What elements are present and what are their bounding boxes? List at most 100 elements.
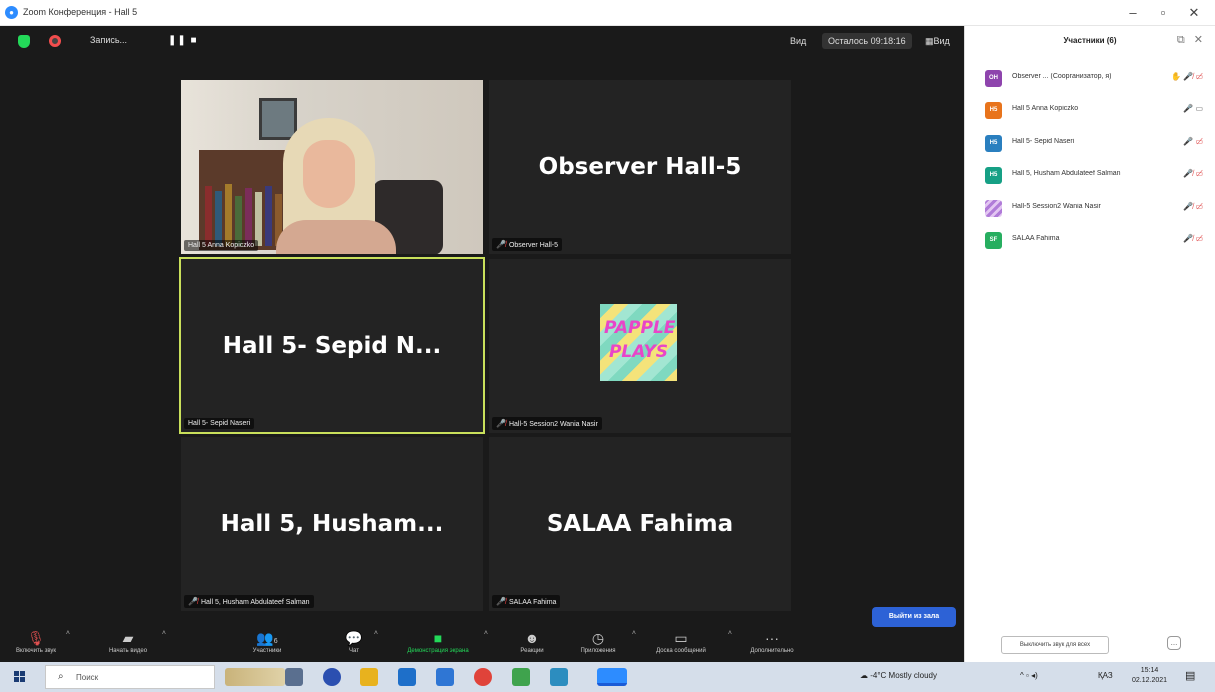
participant-status: 🎤 ▭ [1183, 104, 1203, 113]
file-explorer-icon[interactable] [360, 668, 378, 686]
chevron-up-icon[interactable]: ˄ [66, 630, 70, 637]
participant-name: Hall 5, Husham Abdulateef Salman [1012, 170, 1121, 177]
participant-row[interactable]: SF SALAA Fahima 🎤̸ ▭̸ [985, 230, 1207, 250]
mic-muted-icon: 🎤̸ [1183, 202, 1194, 211]
unmute-button[interactable]: 🎙 Включить звук ˄ [12, 626, 70, 662]
tile-display-name: Hall 5- Sepid N... [222, 332, 442, 359]
recording-pause-stop-icon[interactable]: ❚❚ ■ [168, 35, 198, 46]
participant-row[interactable]: H5 Hall 5, Husham Abdulateef Salman 🎤̸ ▭… [985, 165, 1207, 185]
video-tile[interactable]: SALAA Fahima 🎤̸ SALAA Fahima [489, 437, 791, 611]
chevron-up-icon[interactable]: ˄ [632, 630, 636, 637]
notifications-icon[interactable]: ▤ [1185, 669, 1195, 682]
task-view-icon[interactable] [285, 668, 303, 686]
apps-button[interactable]: ◷ Приложения ˄ [570, 626, 636, 662]
person-face [303, 140, 355, 208]
telegram-icon[interactable] [550, 668, 568, 686]
zoom-taskbar-icon[interactable] [597, 668, 627, 686]
participant-status: ✋ 🎤̸ ▭̸ [1171, 72, 1203, 81]
meeting-toolbar: 🎙 Включить звук ˄ ▰ Начать видео ˄ 👥6 Уч… [0, 626, 964, 662]
more-label: Дополнительно [750, 648, 794, 654]
video-tile-active-speaker[interactable]: Hall 5- Sepid N... Hall 5- Sepid Naseri [179, 257, 485, 434]
view-label[interactable]: Вид [790, 33, 806, 49]
mute-all-button[interactable]: Выключить звук для всех [1001, 636, 1109, 654]
reactions-button[interactable]: ☻ Реакции [512, 626, 552, 662]
tile-name-text: Hall 5, Husham Abdulateef Salman [200, 599, 310, 606]
system-tray-icons[interactable]: ^ ▫ ◂) [1020, 671, 1038, 680]
chevron-up-icon[interactable]: ˄ [162, 630, 166, 637]
tile-name-tag: Hall 5 Anna Kopiczko [184, 240, 259, 251]
video-tile[interactable]: Observer Hall-5 🎤̸ Observer Hall-5 [489, 80, 791, 254]
chat-label: Чат [349, 648, 359, 654]
start-video-label: Начать видео [108, 648, 148, 654]
whiteboard-icon: ▭ [674, 630, 688, 646]
start-video-button[interactable]: ▰ Начать видео ˄ [100, 626, 166, 662]
meeting-area: Запись... ❚❚ ■ Вид Осталось 09:18:16 ▦Ви… [0, 26, 964, 662]
tile-display-name: Hall 5, Husham... [220, 511, 444, 537]
mail-icon[interactable] [436, 668, 454, 686]
wall-picture [259, 98, 297, 140]
weather-text: -4°C Mostly cloudy [870, 671, 938, 680]
close-icon[interactable]: ✕ [1194, 34, 1203, 46]
chevron-up-icon[interactable]: ˄ [728, 630, 732, 637]
participant-row[interactable]: H5 Hall 5 Anna Kopiczko 🎤 ▭ [985, 100, 1207, 120]
participant-row[interactable]: H5 Hall 5- Sepid Naseri 🎤 ▭̸ [985, 133, 1207, 153]
leave-room-button[interactable]: Выйти из зала [872, 607, 956, 627]
popout-icon[interactable]: ⧉ [1177, 34, 1185, 46]
chrome-icon[interactable] [323, 668, 341, 686]
app-icon[interactable] [512, 668, 530, 686]
avatar: SF [985, 232, 1002, 249]
meeting-timer: Осталось 09:18:16 [822, 33, 912, 49]
share-screen-button[interactable]: ■ Демонстрация экрана ˄ [398, 626, 488, 662]
window-title: Zoom Конференция - Hall 5 [23, 7, 138, 17]
clock[interactable]: 15:14 02.12.2021 [1132, 666, 1167, 686]
reactions-label: Реакции [520, 648, 544, 654]
mic-muted-icon: 🎤̸ [1183, 72, 1194, 81]
whiteboard-button[interactable]: ▭ Доска сообщений ˄ [640, 626, 732, 662]
grid-view-label: Вид [933, 36, 950, 46]
mic-on-icon: 🎤 [1183, 104, 1194, 113]
windows-taskbar: ⌕ Поиск ☁ -4°C Mostly cloudy ^ ▫ ◂) ҚАЗ … [0, 662, 1215, 692]
video-off-icon: ▭̸ [1195, 202, 1203, 211]
avatar: OH [985, 70, 1002, 87]
security-shield-icon[interactable] [18, 35, 30, 48]
whiteboard-label: Доска сообщений [656, 648, 706, 654]
participant-name: Hall-5 Session2 Wania Nasir [1012, 203, 1101, 210]
participant-status: 🎤̸ ▭̸ [1183, 169, 1203, 178]
window-titlebar: ● Zoom Конференция - Hall 5 – ▫ ✕ [0, 0, 1215, 26]
language-indicator[interactable]: ҚАЗ [1098, 671, 1113, 680]
gallery-view-button[interactable]: ▦Вид [925, 33, 950, 49]
panel-more-button[interactable]: ... [1167, 636, 1181, 650]
minimize-button[interactable]: – [1120, 4, 1146, 22]
video-tile[interactable]: PAPPLE PLAYS 🎤̸ Hall-5 Session2 Wania Nas… [489, 259, 791, 433]
windows-start-icon[interactable] [14, 671, 26, 683]
network-icon: ▫ [1026, 671, 1029, 680]
chevron-up-icon[interactable]: ˄ [374, 630, 378, 637]
mic-muted-icon: 🎤̸ [188, 597, 198, 606]
video-off-icon: ▭̸ [1195, 169, 1203, 178]
maximize-button[interactable]: ▫ [1150, 4, 1176, 22]
close-button[interactable]: ✕ [1181, 4, 1207, 22]
participants-button[interactable]: 👥6 Участники [242, 626, 292, 662]
recording-icon[interactable] [49, 35, 61, 47]
more-button[interactable]: ··· Дополнительно [736, 626, 808, 662]
video-tile[interactable]: Hall 5, Husham... 🎤̸ Hall 5, Husham Abdul… [181, 437, 483, 611]
taskbar-search-input[interactable]: ⌕ Поиск [45, 665, 215, 689]
grid-icon: ▦ [925, 36, 934, 46]
search-highlight-image[interactable] [225, 668, 285, 686]
browser-icon[interactable] [474, 668, 492, 686]
weather-widget[interactable]: ☁ -4°C Mostly cloudy [860, 671, 937, 680]
tile-name-tag: 🎤̸ Hall 5, Husham Abdulateef Salman [184, 595, 314, 608]
mic-off-icon: 🎙 [27, 630, 45, 646]
chat-button[interactable]: 💬 Чат ˄ [340, 626, 378, 662]
participant-row[interactable]: Hall-5 Session2 Wania Nasir 🎤̸ ▭̸ [985, 198, 1207, 218]
video-tile[interactable]: Hall 5 Anna Kopiczko [181, 80, 483, 254]
word-icon[interactable] [398, 668, 416, 686]
more-icon: ··· [765, 630, 779, 646]
avatar: H5 [985, 167, 1002, 184]
share-screen-label: Демонстрация экрана [407, 648, 469, 654]
tile-display-name: SALAA Fahima [546, 511, 734, 537]
person-body [276, 220, 396, 254]
mic-on-icon: 🎤 [1183, 137, 1194, 146]
participant-row[interactable]: OH Observer ... (Соорганизатор, я) ✋ 🎤̸ … [985, 68, 1207, 88]
chevron-up-icon[interactable]: ˄ [484, 630, 488, 637]
